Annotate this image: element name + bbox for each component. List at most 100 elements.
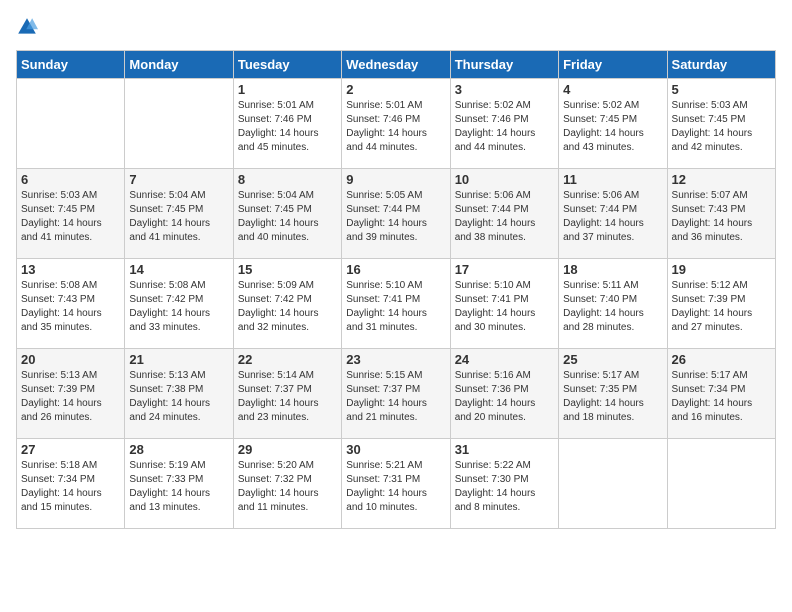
day-info: Sunrise: 5:16 AMSunset: 7:36 PMDaylight:…	[455, 370, 536, 423]
day-number: 26	[672, 352, 771, 367]
day-info: Sunrise: 5:09 AMSunset: 7:42 PMDaylight:…	[238, 280, 319, 333]
calendar-cell: 24 Sunrise: 5:16 AMSunset: 7:36 PMDaylig…	[450, 349, 558, 439]
calendar-cell: 4 Sunrise: 5:02 AMSunset: 7:45 PMDayligh…	[559, 79, 667, 169]
day-number: 28	[129, 442, 228, 457]
page-header	[16, 16, 776, 38]
day-info: Sunrise: 5:01 AMSunset: 7:46 PMDaylight:…	[238, 100, 319, 153]
day-info: Sunrise: 5:20 AMSunset: 7:32 PMDaylight:…	[238, 460, 319, 513]
weekday-header: Sunday	[17, 51, 125, 79]
calendar-cell	[17, 79, 125, 169]
day-info: Sunrise: 5:04 AMSunset: 7:45 PMDaylight:…	[129, 190, 210, 243]
calendar-cell	[559, 439, 667, 529]
day-info: Sunrise: 5:12 AMSunset: 7:39 PMDaylight:…	[672, 280, 753, 333]
day-info: Sunrise: 5:18 AMSunset: 7:34 PMDaylight:…	[21, 460, 102, 513]
day-number: 16	[346, 262, 445, 277]
day-info: Sunrise: 5:08 AMSunset: 7:42 PMDaylight:…	[129, 280, 210, 333]
day-info: Sunrise: 5:06 AMSunset: 7:44 PMDaylight:…	[563, 190, 644, 243]
logo	[16, 16, 42, 38]
calendar-cell: 17 Sunrise: 5:10 AMSunset: 7:41 PMDaylig…	[450, 259, 558, 349]
day-number: 20	[21, 352, 120, 367]
day-number: 11	[563, 172, 662, 187]
day-info: Sunrise: 5:03 AMSunset: 7:45 PMDaylight:…	[21, 190, 102, 243]
calendar-cell: 8 Sunrise: 5:04 AMSunset: 7:45 PMDayligh…	[233, 169, 341, 259]
calendar-cell: 7 Sunrise: 5:04 AMSunset: 7:45 PMDayligh…	[125, 169, 233, 259]
calendar-cell: 5 Sunrise: 5:03 AMSunset: 7:45 PMDayligh…	[667, 79, 775, 169]
day-info: Sunrise: 5:03 AMSunset: 7:45 PMDaylight:…	[672, 100, 753, 153]
calendar-cell: 21 Sunrise: 5:13 AMSunset: 7:38 PMDaylig…	[125, 349, 233, 439]
day-number: 24	[455, 352, 554, 367]
day-info: Sunrise: 5:13 AMSunset: 7:38 PMDaylight:…	[129, 370, 210, 423]
logo-icon	[16, 16, 38, 38]
day-number: 18	[563, 262, 662, 277]
day-number: 7	[129, 172, 228, 187]
weekday-header: Tuesday	[233, 51, 341, 79]
day-number: 13	[21, 262, 120, 277]
day-info: Sunrise: 5:17 AMSunset: 7:34 PMDaylight:…	[672, 370, 753, 423]
calendar-cell: 30 Sunrise: 5:21 AMSunset: 7:31 PMDaylig…	[342, 439, 450, 529]
weekday-header: Saturday	[667, 51, 775, 79]
day-info: Sunrise: 5:01 AMSunset: 7:46 PMDaylight:…	[346, 100, 427, 153]
day-number: 29	[238, 442, 337, 457]
calendar-cell: 22 Sunrise: 5:14 AMSunset: 7:37 PMDaylig…	[233, 349, 341, 439]
calendar-cell: 29 Sunrise: 5:20 AMSunset: 7:32 PMDaylig…	[233, 439, 341, 529]
day-number: 8	[238, 172, 337, 187]
weekday-header: Wednesday	[342, 51, 450, 79]
calendar-cell: 11 Sunrise: 5:06 AMSunset: 7:44 PMDaylig…	[559, 169, 667, 259]
day-number: 19	[672, 262, 771, 277]
day-number: 12	[672, 172, 771, 187]
day-info: Sunrise: 5:13 AMSunset: 7:39 PMDaylight:…	[21, 370, 102, 423]
day-number: 25	[563, 352, 662, 367]
day-info: Sunrise: 5:06 AMSunset: 7:44 PMDaylight:…	[455, 190, 536, 243]
calendar-cell: 27 Sunrise: 5:18 AMSunset: 7:34 PMDaylig…	[17, 439, 125, 529]
day-info: Sunrise: 5:05 AMSunset: 7:44 PMDaylight:…	[346, 190, 427, 243]
day-info: Sunrise: 5:07 AMSunset: 7:43 PMDaylight:…	[672, 190, 753, 243]
calendar-cell: 10 Sunrise: 5:06 AMSunset: 7:44 PMDaylig…	[450, 169, 558, 259]
day-number: 23	[346, 352, 445, 367]
calendar-cell: 1 Sunrise: 5:01 AMSunset: 7:46 PMDayligh…	[233, 79, 341, 169]
day-number: 17	[455, 262, 554, 277]
day-info: Sunrise: 5:15 AMSunset: 7:37 PMDaylight:…	[346, 370, 427, 423]
calendar-cell: 14 Sunrise: 5:08 AMSunset: 7:42 PMDaylig…	[125, 259, 233, 349]
calendar-cell: 2 Sunrise: 5:01 AMSunset: 7:46 PMDayligh…	[342, 79, 450, 169]
calendar-cell: 28 Sunrise: 5:19 AMSunset: 7:33 PMDaylig…	[125, 439, 233, 529]
calendar-cell: 19 Sunrise: 5:12 AMSunset: 7:39 PMDaylig…	[667, 259, 775, 349]
calendar-cell: 6 Sunrise: 5:03 AMSunset: 7:45 PMDayligh…	[17, 169, 125, 259]
calendar-cell: 23 Sunrise: 5:15 AMSunset: 7:37 PMDaylig…	[342, 349, 450, 439]
day-info: Sunrise: 5:02 AMSunset: 7:46 PMDaylight:…	[455, 100, 536, 153]
day-info: Sunrise: 5:04 AMSunset: 7:45 PMDaylight:…	[238, 190, 319, 243]
calendar-cell: 25 Sunrise: 5:17 AMSunset: 7:35 PMDaylig…	[559, 349, 667, 439]
calendar-cell: 13 Sunrise: 5:08 AMSunset: 7:43 PMDaylig…	[17, 259, 125, 349]
calendar-cell: 31 Sunrise: 5:22 AMSunset: 7:30 PMDaylig…	[450, 439, 558, 529]
day-number: 15	[238, 262, 337, 277]
day-number: 21	[129, 352, 228, 367]
day-info: Sunrise: 5:21 AMSunset: 7:31 PMDaylight:…	[346, 460, 427, 513]
weekday-header: Monday	[125, 51, 233, 79]
day-number: 5	[672, 82, 771, 97]
calendar-cell: 20 Sunrise: 5:13 AMSunset: 7:39 PMDaylig…	[17, 349, 125, 439]
day-number: 30	[346, 442, 445, 457]
day-number: 27	[21, 442, 120, 457]
day-info: Sunrise: 5:19 AMSunset: 7:33 PMDaylight:…	[129, 460, 210, 513]
day-info: Sunrise: 5:14 AMSunset: 7:37 PMDaylight:…	[238, 370, 319, 423]
calendar-cell: 3 Sunrise: 5:02 AMSunset: 7:46 PMDayligh…	[450, 79, 558, 169]
day-info: Sunrise: 5:22 AMSunset: 7:30 PMDaylight:…	[455, 460, 536, 513]
day-number: 14	[129, 262, 228, 277]
day-info: Sunrise: 5:11 AMSunset: 7:40 PMDaylight:…	[563, 280, 644, 333]
day-info: Sunrise: 5:10 AMSunset: 7:41 PMDaylight:…	[455, 280, 536, 333]
weekday-header: Thursday	[450, 51, 558, 79]
day-number: 22	[238, 352, 337, 367]
calendar-cell: 12 Sunrise: 5:07 AMSunset: 7:43 PMDaylig…	[667, 169, 775, 259]
day-number: 9	[346, 172, 445, 187]
calendar-cell: 15 Sunrise: 5:09 AMSunset: 7:42 PMDaylig…	[233, 259, 341, 349]
calendar-cell: 18 Sunrise: 5:11 AMSunset: 7:40 PMDaylig…	[559, 259, 667, 349]
calendar-table: SundayMondayTuesdayWednesdayThursdayFrid…	[16, 50, 776, 529]
day-info: Sunrise: 5:17 AMSunset: 7:35 PMDaylight:…	[563, 370, 644, 423]
day-number: 2	[346, 82, 445, 97]
day-number: 6	[21, 172, 120, 187]
day-number: 31	[455, 442, 554, 457]
day-number: 10	[455, 172, 554, 187]
day-info: Sunrise: 5:08 AMSunset: 7:43 PMDaylight:…	[21, 280, 102, 333]
day-number: 1	[238, 82, 337, 97]
calendar-cell: 16 Sunrise: 5:10 AMSunset: 7:41 PMDaylig…	[342, 259, 450, 349]
calendar-cell	[125, 79, 233, 169]
